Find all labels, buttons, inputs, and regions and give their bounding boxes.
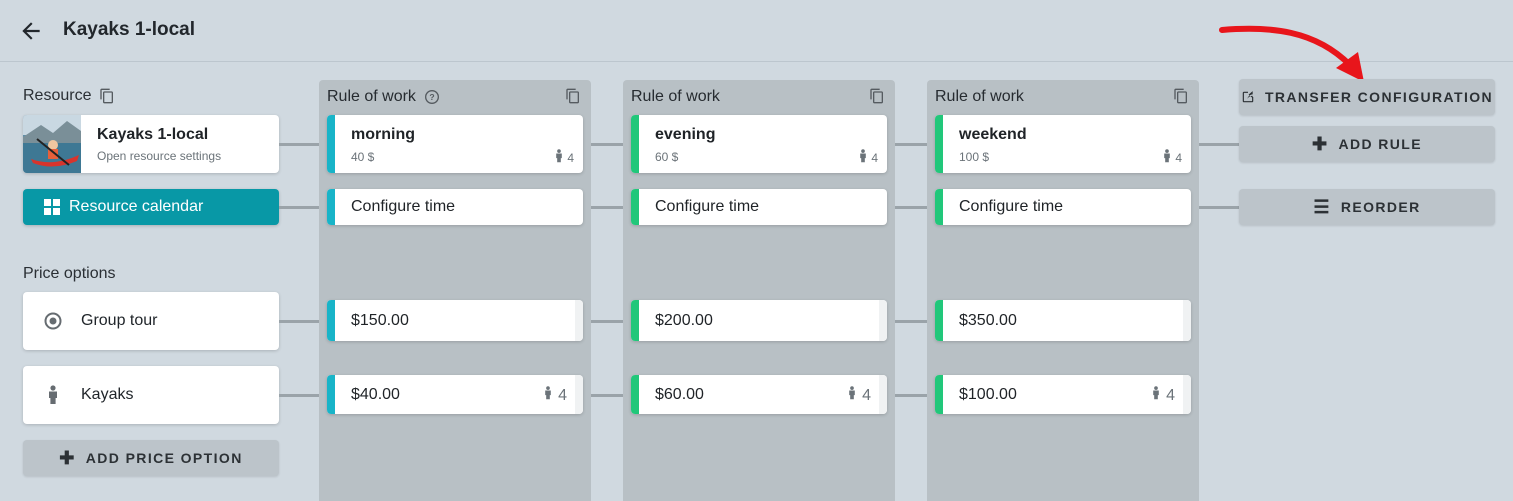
- page-header: Kayaks 1-local: [0, 0, 1513, 62]
- group-tour-price-card[interactable]: $350.00: [935, 300, 1191, 341]
- resource-card[interactable]: Kayaks 1-local Open resource settings: [23, 115, 279, 173]
- price-options-label: Price options: [23, 265, 116, 282]
- kayak-price-card[interactable]: $40.00 4: [327, 375, 583, 414]
- copy-icon[interactable]: [99, 88, 115, 104]
- resource-settings-link[interactable]: Open resource settings: [97, 149, 221, 163]
- person-icon: [858, 149, 868, 166]
- menu-lines-icon: ☰: [1313, 196, 1331, 217]
- rule-column: Rule of work evening 60 $ 4 Configure ti…: [623, 80, 895, 501]
- plus-icon: ✚: [59, 447, 76, 468]
- kayak-price-card[interactable]: $100.00 4: [935, 375, 1191, 414]
- rule-column-heading: Rule of work: [631, 88, 720, 105]
- rule-card[interactable]: morning 40 $ 4: [327, 115, 583, 173]
- person-icon: [847, 386, 857, 405]
- rule-column: Rule of work weekend 100 $ 4 Configure t…: [927, 80, 1199, 501]
- configure-time-card[interactable]: Configure time: [935, 189, 1191, 225]
- rule-column-heading: Rule of work ?: [327, 88, 440, 106]
- person-icon: [543, 386, 553, 405]
- kayak-photo: [23, 115, 81, 173]
- grid-icon: [44, 199, 60, 215]
- help-icon[interactable]: ?: [424, 89, 440, 105]
- person-icon: [1151, 386, 1161, 405]
- capacity: 4: [1162, 149, 1182, 166]
- configure-time-card[interactable]: Configure time: [327, 189, 583, 225]
- capacity: 4: [543, 386, 567, 405]
- capacity: 4: [847, 386, 871, 405]
- resource-name: Kayaks 1-local: [97, 126, 209, 143]
- resource-section-label: Resource: [23, 87, 115, 105]
- rule-column-heading: Rule of work: [935, 88, 1024, 105]
- share-icon: [1242, 91, 1254, 103]
- scroll-strip: [575, 300, 583, 341]
- copy-icon[interactable]: [1173, 88, 1189, 109]
- resource-calendar-button[interactable]: Resource calendar: [23, 189, 279, 225]
- scroll-strip: [1183, 300, 1191, 341]
- kayak-price-card[interactable]: $60.00 4: [631, 375, 887, 414]
- reorder-button[interactable]: ☰ REORDER: [1239, 189, 1495, 225]
- copy-icon[interactable]: [869, 88, 885, 109]
- capacity: 4: [858, 149, 878, 166]
- scroll-strip: [575, 375, 583, 414]
- add-rule-button[interactable]: ✚ ADD RULE: [1239, 126, 1495, 162]
- capacity: 4: [1151, 386, 1175, 405]
- svg-text:?: ?: [429, 92, 434, 102]
- scroll-strip: [879, 375, 887, 414]
- person-icon: [1162, 149, 1172, 166]
- person-icon: [554, 149, 564, 166]
- transfer-configuration-button[interactable]: TRANSFER CONFIGURATION: [1239, 79, 1495, 115]
- price-option-kayaks[interactable]: Kayaks: [23, 366, 279, 424]
- rule-card[interactable]: evening 60 $ 4: [631, 115, 887, 173]
- rule-card[interactable]: weekend 100 $ 4: [935, 115, 1191, 173]
- person-icon: [43, 385, 63, 405]
- copy-icon[interactable]: [565, 88, 581, 109]
- back-arrow-icon[interactable]: [18, 18, 44, 44]
- scroll-strip: [1183, 375, 1191, 414]
- price-option-group-tour[interactable]: Group tour: [23, 292, 279, 350]
- group-tour-price-card[interactable]: $150.00: [327, 300, 583, 341]
- scroll-strip: [879, 300, 887, 341]
- add-price-option-button[interactable]: ✚ ADD PRICE OPTION: [23, 440, 279, 476]
- capacity: 4: [554, 149, 574, 166]
- group-tour-price-card[interactable]: $200.00: [631, 300, 887, 341]
- configure-time-card[interactable]: Configure time: [631, 189, 887, 225]
- rule-column: Rule of work ? morning 40 $ 4 Configure …: [319, 80, 591, 501]
- page-title: Kayaks 1-local: [63, 19, 196, 40]
- radio-target-icon: [43, 311, 63, 331]
- plus-icon: ✚: [1311, 133, 1329, 154]
